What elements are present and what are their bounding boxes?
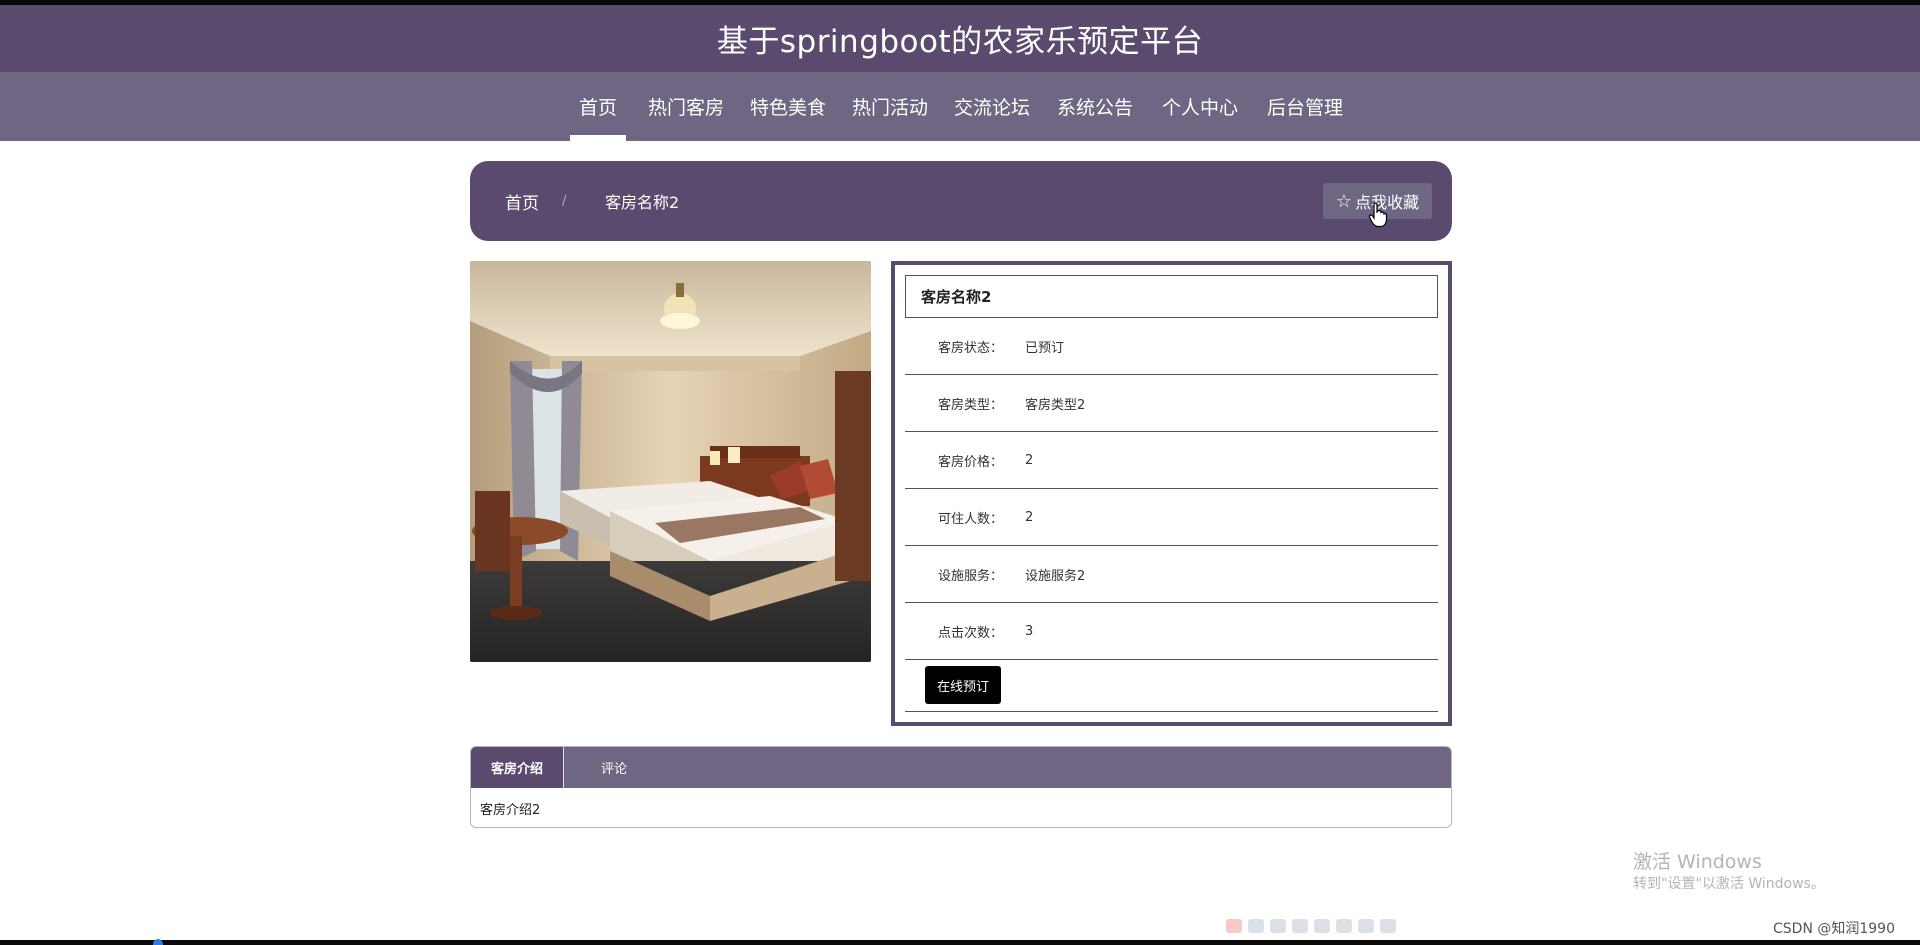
nav-item-home[interactable]: 首页	[570, 72, 626, 141]
tabs-panel: 客房介绍 评论 客房介绍2	[470, 746, 1452, 828]
field-value: 2	[1025, 510, 1034, 525]
field-label: 客房状态：	[937, 341, 1003, 356]
field-value: 客房类型2	[1025, 398, 1086, 413]
breadcrumb: 首页 / 客房名称2 ☆ 点我收藏	[470, 161, 1452, 241]
room-detail-panel: 客房名称2 客房状态： 已预订 客房类型： 客房类型2 客房价格： 2 可住人数…	[891, 261, 1452, 726]
tray-icon	[1248, 919, 1264, 933]
nav-item-activities[interactable]: 热门活动	[852, 72, 928, 141]
field-value: 3	[1025, 624, 1034, 639]
site-header: 基于springboot的农家乐预定平台	[0, 5, 1920, 72]
field-label: 设施服务：	[937, 569, 1003, 584]
ime-icon	[1226, 919, 1242, 933]
field-row-type: 客房类型： 客房类型2	[905, 375, 1438, 432]
star-outline-icon: ☆	[1335, 190, 1353, 212]
tray-icon	[1314, 919, 1330, 933]
breadcrumb-current: 客房名称2	[605, 193, 680, 212]
field-row-status: 客房状态： 已预订	[905, 318, 1438, 375]
field-row-price: 客房价格： 2	[905, 432, 1438, 489]
book-online-button[interactable]: 在线预订	[925, 666, 1001, 704]
tab-room-intro[interactable]: 客房介绍	[471, 747, 564, 788]
field-value: 已预订	[1025, 341, 1065, 356]
field-label: 点击次数：	[937, 626, 1003, 641]
breadcrumb-home[interactable]: 首页	[505, 161, 539, 241]
nav-item-profile[interactable]: 个人中心	[1162, 72, 1238, 141]
nav-item-hot-rooms[interactable]: 热门客房	[648, 72, 724, 141]
tray-icon	[1270, 919, 1286, 933]
main-nav: 首页 热门客房 特色美食 热门活动 交流论坛 系统公告 个人中心 后台管理	[0, 72, 1920, 141]
nav-item-forum[interactable]: 交流论坛	[954, 72, 1030, 141]
room-photo	[470, 261, 871, 662]
site-title: 基于springboot的农家乐预定平台	[716, 24, 1204, 60]
tab-header: 客房介绍 评论	[471, 747, 1451, 788]
taskbar-indicator	[153, 939, 163, 945]
nav-item-food[interactable]: 特色美食	[750, 72, 826, 141]
field-row-capacity: 可住人数： 2	[905, 489, 1438, 546]
book-row: 在线预订	[905, 660, 1438, 712]
windows-watermark-title: 激活 Windows	[1633, 851, 1762, 873]
tab-comments[interactable]: 评论	[564, 747, 664, 788]
field-row-clicks: 点击次数： 3	[905, 603, 1438, 660]
bottom-edge	[0, 940, 1920, 945]
field-label: 客房类型：	[937, 398, 1003, 413]
field-row-facilities: 设施服务： 设施服务2	[905, 546, 1438, 603]
field-value: 2	[1025, 453, 1034, 468]
csdn-credit: CSDN @知润1990	[1773, 921, 1895, 937]
tray-icon	[1358, 919, 1374, 933]
nav-item-announcements[interactable]: 系统公告	[1057, 72, 1133, 141]
field-label: 客房价格：	[937, 455, 1003, 470]
tray-icon	[1380, 919, 1396, 933]
tray-icons	[1226, 919, 1396, 933]
windows-watermark-subtitle: 转到"设置"以激活 Windows。	[1633, 876, 1825, 892]
hand-cursor-icon	[1368, 202, 1388, 228]
nav-item-admin[interactable]: 后台管理	[1267, 72, 1343, 141]
field-value: 设施服务2	[1025, 569, 1086, 584]
field-label: 可住人数：	[937, 512, 1003, 527]
breadcrumb-separator: /	[562, 193, 567, 209]
tab-content: 客房介绍2	[480, 802, 541, 818]
tray-icon	[1292, 919, 1308, 933]
room-title: 客房名称2	[905, 275, 1438, 318]
tray-icon	[1336, 919, 1352, 933]
